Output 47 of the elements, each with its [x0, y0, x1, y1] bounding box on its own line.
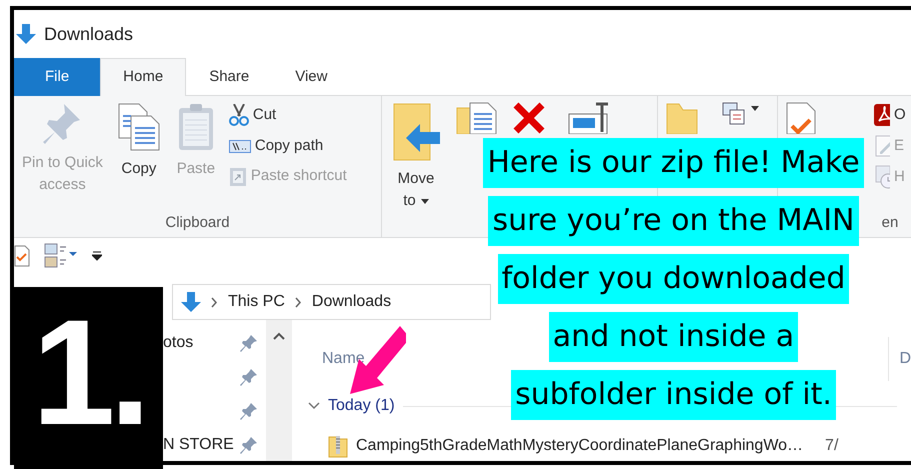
- ribbon-button[interactable]: O: [872, 102, 908, 128]
- ribbon-button[interactable]: Cut: [226, 102, 349, 128]
- ribbon-button[interactable]: Move to: [386, 100, 446, 214]
- sidebar-item[interactable]: N STORE: [163, 433, 234, 457]
- view-options-icon[interactable]: [44, 242, 78, 270]
- file-date: 7/: [825, 436, 838, 456]
- chevron-up-icon[interactable]: [273, 332, 285, 340]
- chevron-right-icon: [294, 296, 302, 308]
- group-header[interactable]: Today (1): [328, 394, 395, 418]
- ribbon-button[interactable]: Copy path: [226, 132, 349, 159]
- clipboard-icon: [176, 102, 215, 152]
- address-bar[interactable]: This PC Downloads: [172, 284, 491, 320]
- chevron-right-icon: [211, 296, 218, 308]
- breadcrumb-item[interactable]: Downloads: [312, 290, 392, 314]
- ribbon-tab[interactable]: Share: [186, 58, 272, 96]
- cross-icon: [512, 102, 546, 134]
- group-label: Clipboard: [165, 214, 230, 231]
- file-name[interactable]: Camping5thGradeMathMysteryCoordinatePlaneGraphingWo…: [356, 434, 804, 458]
- customize-toolbar-icon[interactable]: [92, 251, 102, 261]
- step-number: 1.: [32, 297, 146, 447]
- chevron-down-icon[interactable]: [308, 402, 320, 410]
- folder-documents-icon: [456, 102, 498, 134]
- ribbon-tab[interactable]: View: [272, 58, 350, 96]
- zip-folder-icon: [328, 434, 348, 458]
- download-arrow-icon: [181, 292, 201, 312]
- document-check-icon: [786, 102, 816, 134]
- ribbon-tab[interactable]: Home: [100, 58, 186, 96]
- pin-icon: [42, 102, 82, 146]
- window-title: Downloads: [44, 22, 134, 46]
- scrollbar[interactable]: [266, 320, 292, 461]
- folder-icon: [666, 102, 698, 134]
- document-check-icon[interactable]: [14, 245, 30, 267]
- scissors-icon: [228, 104, 249, 126]
- column-header[interactable]: Name: [322, 347, 365, 371]
- sidebar-item[interactable]: otos: [163, 331, 194, 355]
- documents-icon: [116, 102, 161, 152]
- download-arrow-icon: [16, 24, 36, 44]
- clipboard-shortcut-icon: [228, 165, 247, 188]
- group-label: en: [882, 214, 898, 231]
- column-header[interactable]: D: [899, 347, 911, 371]
- pencil-document-icon: [874, 134, 890, 157]
- ribbon-button[interactable]: Copy: [112, 100, 165, 182]
- breadcrumb-item[interactable]: This PC: [228, 290, 285, 314]
- path-icon: [228, 138, 251, 154]
- clock-document-icon: [874, 165, 890, 189]
- file-menu-tab[interactable]: File: [14, 58, 100, 96]
- pdf-icon: [874, 104, 890, 126]
